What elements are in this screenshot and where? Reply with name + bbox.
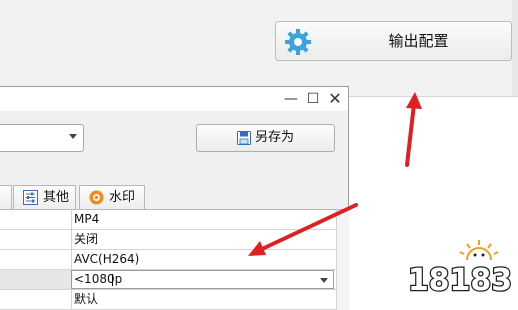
chevron-down-icon[interactable] [320, 278, 328, 283]
settings-tabs: 其他 水印 [0, 185, 348, 211]
watermark-icon [89, 190, 104, 205]
dialog-body: 另存为 其他 水印 MP4 关闭 AVC(H264) <1080p 默认 [0, 111, 349, 310]
maximize-button[interactable]: ☐ [304, 90, 322, 108]
chevron-down-icon [69, 134, 77, 139]
preset-dialog: — ☐ ✕ 另存为 其他 水印 MP4 关闭 AVC(H264) <1080p … [0, 86, 349, 310]
property-row[interactable]: 默认 [0, 290, 336, 310]
property-name-cell [0, 290, 72, 309]
property-value: 默认 [74, 292, 99, 306]
property-grid: MP4 关闭 AVC(H264) <1080p 默认 [0, 209, 349, 310]
save-as-button[interactable]: 另存为 [196, 124, 335, 152]
property-row[interactable]: MP4 [0, 210, 336, 230]
property-row[interactable]: AVC(H264) [0, 250, 336, 270]
property-name-cell [0, 230, 72, 249]
property-name-cell [0, 210, 72, 229]
property-name-cell [0, 270, 72, 289]
export-settings-label: 输出配置 [388, 32, 449, 50]
save-as-label: 另存为 [255, 130, 295, 145]
watermark-text: 18183 [408, 263, 512, 298]
property-value: 关闭 [74, 232, 99, 246]
sun-icon: 18183 [407, 240, 513, 299]
right-panel-edge [512, 0, 518, 96]
tab-watermark[interactable]: 水印 [79, 185, 145, 210]
property-row[interactable]: 关闭 [0, 230, 336, 250]
vertical-scrollbar[interactable] [336, 210, 349, 310]
resolution-value[interactable]: <1080p [74, 270, 122, 289]
dialog-titlebar: — ☐ ✕ [0, 87, 348, 111]
tab-watermark-label: 水印 [109, 190, 136, 205]
property-value: AVC(H264) [74, 252, 140, 266]
close-button[interactable]: ✕ [326, 90, 344, 108]
tab-other[interactable]: 其他 [13, 185, 76, 210]
property-name-cell [0, 250, 72, 269]
property-row-selected[interactable]: <1080p [0, 270, 336, 290]
export-settings-button[interactable]: 输出配置 [275, 21, 512, 61]
minimize-button[interactable]: — [282, 90, 300, 108]
watermark-logo: 18183 [405, 232, 515, 302]
sliders-icon [23, 190, 38, 205]
arrow-to-export-button [405, 92, 422, 167]
tab-other-label: 其他 [43, 190, 70, 205]
gear-icon [285, 29, 311, 55]
save-disk-icon [237, 131, 251, 145]
tab-previous[interactable] [0, 185, 12, 210]
preset-dropdown[interactable] [0, 124, 84, 152]
property-value: MP4 [74, 212, 100, 226]
